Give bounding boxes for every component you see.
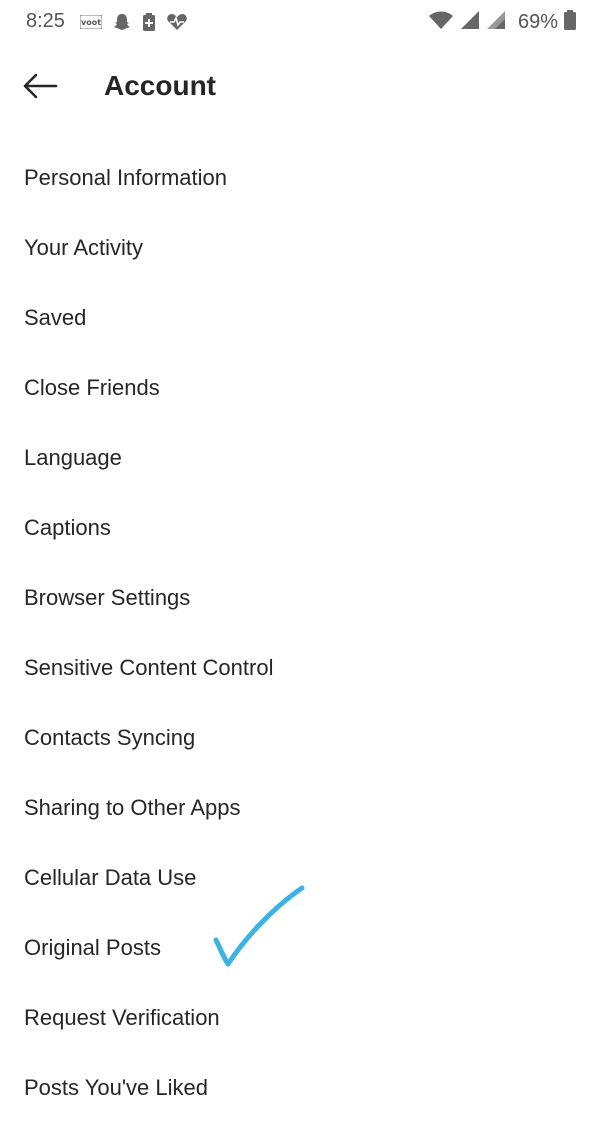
menu-item-label: Captions [24, 515, 111, 540]
status-right: 69% [428, 10, 576, 35]
menu-item-label: Posts You've Liked [24, 1075, 209, 1100]
menu-list: Personal Information Your Activity Saved… [0, 143, 600, 1123]
menu-item-label: Close Friends [24, 375, 160, 400]
signal-icon-2 [486, 10, 506, 35]
voot-icon: voot [79, 14, 103, 34]
menu-item-posts-youve-liked[interactable]: Posts You've Liked [0, 1053, 600, 1123]
menu-item-label: Request Verification [24, 1005, 220, 1030]
menu-item-browser-settings[interactable]: Browser Settings [0, 563, 600, 633]
menu-item-label: Sharing to Other Apps [24, 795, 241, 820]
menu-item-request-verification[interactable]: Request Verification [0, 983, 600, 1053]
menu-item-sensitive-content-control[interactable]: Sensitive Content Control [0, 633, 600, 703]
battery-icon [564, 10, 576, 35]
wifi-icon [428, 10, 454, 35]
menu-item-your-activity[interactable]: Your Activity [0, 213, 600, 283]
battery-saver-icon [142, 12, 156, 37]
header: Account [0, 56, 600, 120]
svg-text:voot: voot [81, 18, 101, 27]
menu-item-saved[interactable]: Saved [0, 283, 600, 353]
status-left-icons: voot [79, 12, 188, 37]
back-button[interactable] [18, 70, 62, 106]
battery-percent: 69% [517, 11, 558, 33]
menu-item-captions[interactable]: Captions [0, 493, 600, 563]
menu-item-language[interactable]: Language [0, 423, 600, 493]
snapchat-icon [112, 12, 132, 37]
menu-item-label: Browser Settings [24, 585, 191, 610]
menu-item-label: Saved [24, 305, 87, 330]
menu-item-label: Personal Information [24, 165, 227, 190]
menu-item-personal-information[interactable]: Personal Information [0, 143, 600, 213]
menu-item-label: Cellular Data Use [24, 865, 197, 890]
page-title: Account [104, 70, 216, 101]
menu-item-sharing-to-other-apps[interactable]: Sharing to Other Apps [0, 773, 600, 843]
menu-item-label: Original Posts [24, 935, 161, 960]
menu-item-contacts-syncing[interactable]: Contacts Syncing [0, 703, 600, 773]
signal-icon [460, 10, 480, 35]
menu-item-label: Contacts Syncing [24, 725, 196, 750]
menu-item-close-friends[interactable]: Close Friends [0, 353, 600, 423]
menu-item-label: Language [24, 445, 122, 470]
back-arrow-icon [22, 72, 58, 105]
menu-item-label: Your Activity [24, 235, 144, 260]
checkmark-annotation-icon [210, 880, 310, 975]
menu-item-label: Sensitive Content Control [24, 655, 274, 680]
status-bar: 8:25 voot 69% [0, 0, 600, 46]
status-time: 8:25 [26, 10, 65, 32]
health-icon [166, 12, 188, 37]
